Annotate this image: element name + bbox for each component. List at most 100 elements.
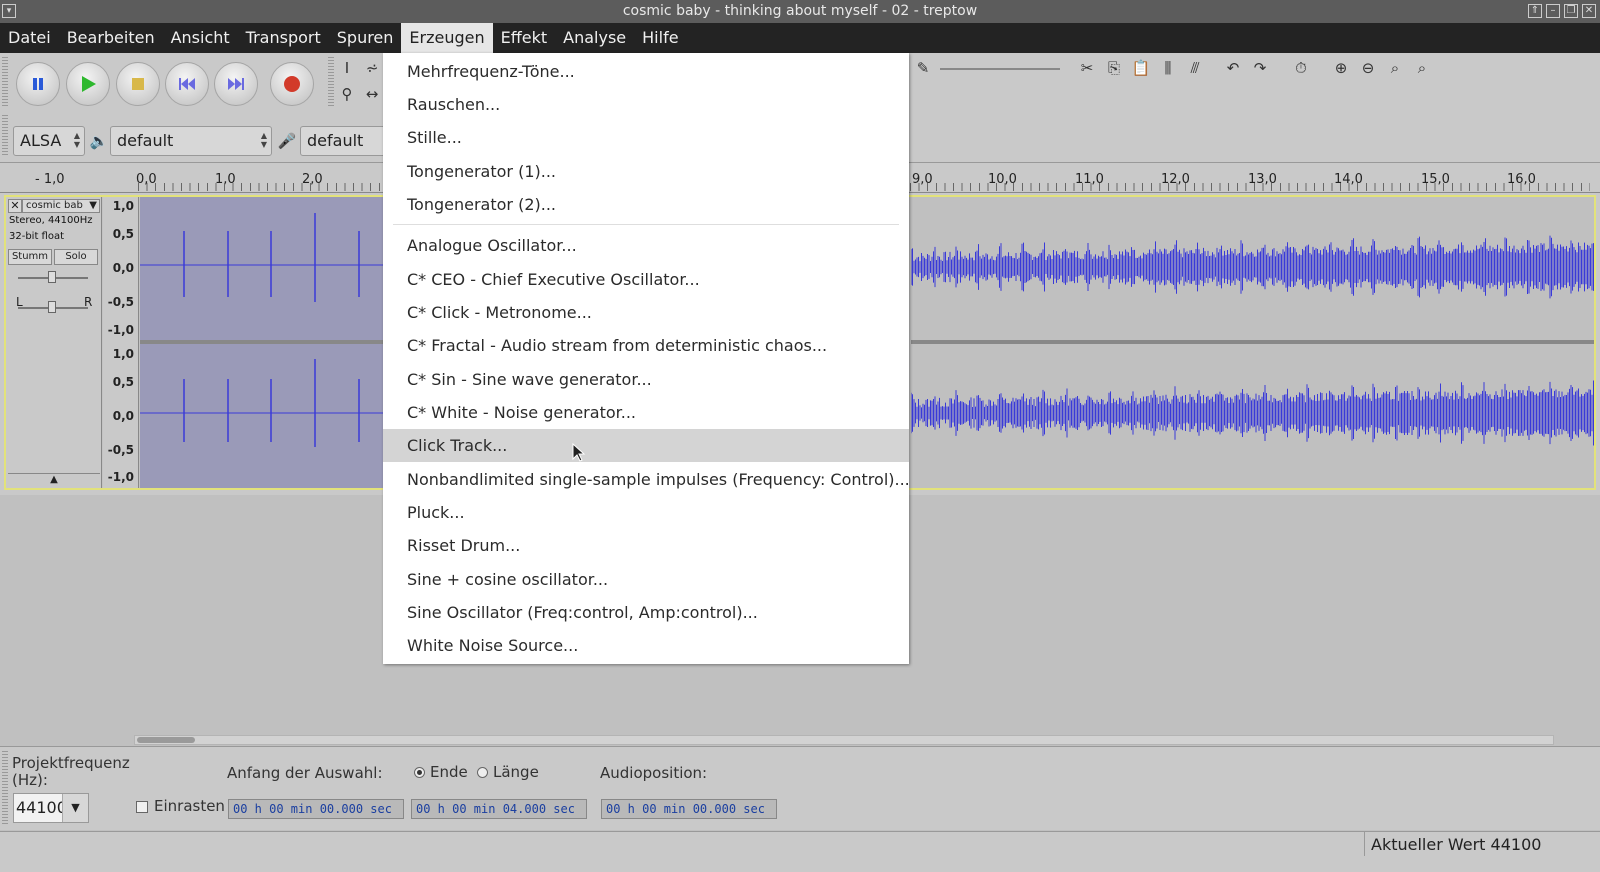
menu-item-click-track[interactable]: Click Track... [383,429,909,462]
status-value: Aktueller Wert 44100 [1364,832,1600,857]
timeshift-tool-icon[interactable]: ↔ [361,83,383,105]
scale-label: -0,5 [107,295,134,309]
zoom-out-icon[interactable]: ⊖ [1357,57,1379,79]
menu-effekt[interactable]: Effekt [493,23,556,53]
menu-datei[interactable]: Datei [0,23,59,53]
play-button[interactable] [66,62,110,106]
length-radio[interactable]: Länge [477,763,539,781]
horizontal-scrollbar-thumb[interactable] [137,737,195,743]
menu-item-sine-generator[interactable]: C* Sin - Sine wave generator... [383,363,909,396]
dropdown-arrow-icon[interactable]: ▼ [62,794,88,822]
track-name-menu[interactable]: cosmic bab ▼ [22,199,100,213]
undo-icon[interactable]: ↶ [1222,57,1244,79]
vertical-scale[interactable]: 1,0 0,5 0,0 -0,5 -1,0 1,0 0,5 0,0 -0,5 -… [103,197,139,488]
mute-button[interactable]: Stumm [8,249,52,265]
silence-icon[interactable]: ⫻ [1184,57,1206,79]
end-radio[interactable]: Ende [414,763,468,781]
menu-erzeugen[interactable]: Erzeugen [401,23,493,53]
spin-arrows-icon: ▲ ▼ [260,131,267,149]
menu-item-rauschen[interactable]: Rauschen... [383,88,909,121]
menu-ansicht[interactable]: Ansicht [163,23,238,53]
menu-analyse[interactable]: Analyse [555,23,634,53]
end-option-label: Ende [430,763,468,781]
stop-button[interactable] [116,62,160,106]
pan-slider-thumb[interactable] [48,301,56,313]
envelope-tool-icon[interactable]: ⩫ [361,57,383,79]
toolbar-grip-tools[interactable] [328,57,334,107]
playback-speed-slider[interactable] [940,68,1060,70]
copy-icon[interactable]: ⎘ [1103,57,1125,79]
menu-spuren[interactable]: Spuren [329,23,402,53]
playback-device-select[interactable]: default ▲ ▼ [110,126,272,156]
pause-button[interactable] [16,62,60,106]
track-close-icon[interactable]: ✕ [8,199,22,213]
menu-item-analogue-oscillator[interactable]: Analogue Oscillator... [383,229,909,262]
horizontal-scrollbar[interactable] [134,735,1554,745]
toolbar-grip[interactable] [2,57,8,107]
scale-label: -1,0 [107,323,134,337]
length-option-label: Länge [493,763,539,781]
audio-position-time[interactable]: 00 h 00 min 00.000 sec [601,799,777,819]
skip-end-button[interactable] [214,62,258,106]
snap-checkbox[interactable] [136,801,148,813]
menu-item-risset-drum[interactable]: Risset Drum... [383,529,909,562]
project-rate-combo[interactable]: 44100 ▼ [13,793,89,823]
selection-end-time[interactable]: 00 h 00 min 04.000 sec [411,799,587,819]
ruler-ticks [138,183,384,191]
window-menu-icon[interactable]: ▾ [2,4,16,18]
redo-icon[interactable]: ↷ [1249,57,1271,79]
skip-start-button[interactable] [165,62,209,106]
length-radio-icon [477,767,488,778]
fit-project-icon[interactable]: ⌕ [1411,57,1433,79]
end-radio-icon [414,767,425,778]
menu-item-pluck[interactable]: Pluck... [383,496,909,529]
record-icon [284,76,300,92]
sync-lock-icon[interactable]: ⏱ [1290,57,1312,79]
cut-icon[interactable]: ✂ [1076,57,1098,79]
menu-item-tongenerator-2[interactable]: Tongenerator (2)... [383,188,909,221]
menu-bearbeiten[interactable]: Bearbeiten [59,23,163,53]
menu-item-tongenerator-1[interactable]: Tongenerator (1)... [383,155,909,188]
selection-toolbar-grip[interactable] [2,751,8,825]
menu-item-ceo-oscillator[interactable]: C* CEO - Chief Executive Oscillator... [383,263,909,296]
fit-selection-icon[interactable]: ⌕ [1384,57,1406,79]
collapse-track-icon[interactable]: ▲ [8,473,100,486]
scale-label: 0,0 [112,409,134,423]
trim-icon[interactable]: ⫼ [1157,57,1179,79]
mic-level-icon[interactable]: ✎ [912,57,934,79]
window-shade-icon[interactable]: ⇑ [1528,4,1542,18]
track-menu-icon: ▼ [89,200,97,211]
pause-icon [33,78,43,90]
window-close-icon[interactable]: ✕ [1582,4,1596,18]
solo-button[interactable]: Solo [54,249,98,265]
skip-end-icon [228,78,244,90]
recording-device-select[interactable]: default [300,126,390,156]
status-bar: Aktueller Wert 44100 [0,831,1600,857]
zoom-in-icon[interactable]: ⊕ [1330,57,1352,79]
selection-tool-icon[interactable]: I [336,57,358,79]
zoom-tool-icon[interactable]: ⚲ [336,83,358,105]
window-maximize-icon[interactable]: ❐ [1564,4,1578,18]
window-minimize-icon[interactable]: – [1546,4,1560,18]
window-title: cosmic baby - thinking about myself - 02… [622,3,978,19]
menu-item-white-noise-generator[interactable]: C* White - Noise generator... [383,396,909,429]
gain-slider-thumb[interactable] [48,271,56,283]
audio-host-select[interactable]: ALSA ▲ ▼ [13,126,85,156]
selection-start-time[interactable]: 00 h 00 min 00.000 sec [228,799,404,819]
menubar: Datei Bearbeiten Ansicht Transport Spure… [0,23,1600,53]
menu-transport[interactable]: Transport [238,23,329,53]
device-toolbar-grip[interactable] [2,115,8,157]
scale-label: 0,5 [112,375,134,389]
spin-arrows-icon: ▲ ▼ [73,131,80,149]
menu-item-stille[interactable]: Stille... [383,121,909,154]
menu-item-sine-cosine[interactable]: Sine + cosine oscillator... [383,563,909,596]
menu-item-mehrfrequenz[interactable]: Mehrfrequenz-Töne... [383,55,909,88]
paste-icon[interactable]: 📋 [1130,57,1152,79]
menu-item-nonbandlimited[interactable]: Nonbandlimited single-sample impulses (F… [383,463,910,496]
menu-item-fractal[interactable]: C* Fractal - Audio stream from determini… [383,329,909,362]
record-button[interactable] [270,62,314,106]
menu-hilfe[interactable]: Hilfe [634,23,686,53]
menu-item-white-noise-source[interactable]: White Noise Source... [383,629,909,662]
menu-item-sine-oscillator[interactable]: Sine Oscillator (Freq:control, Amp:contr… [383,596,909,629]
menu-item-click-metronome[interactable]: C* Click - Metronome... [383,296,909,329]
